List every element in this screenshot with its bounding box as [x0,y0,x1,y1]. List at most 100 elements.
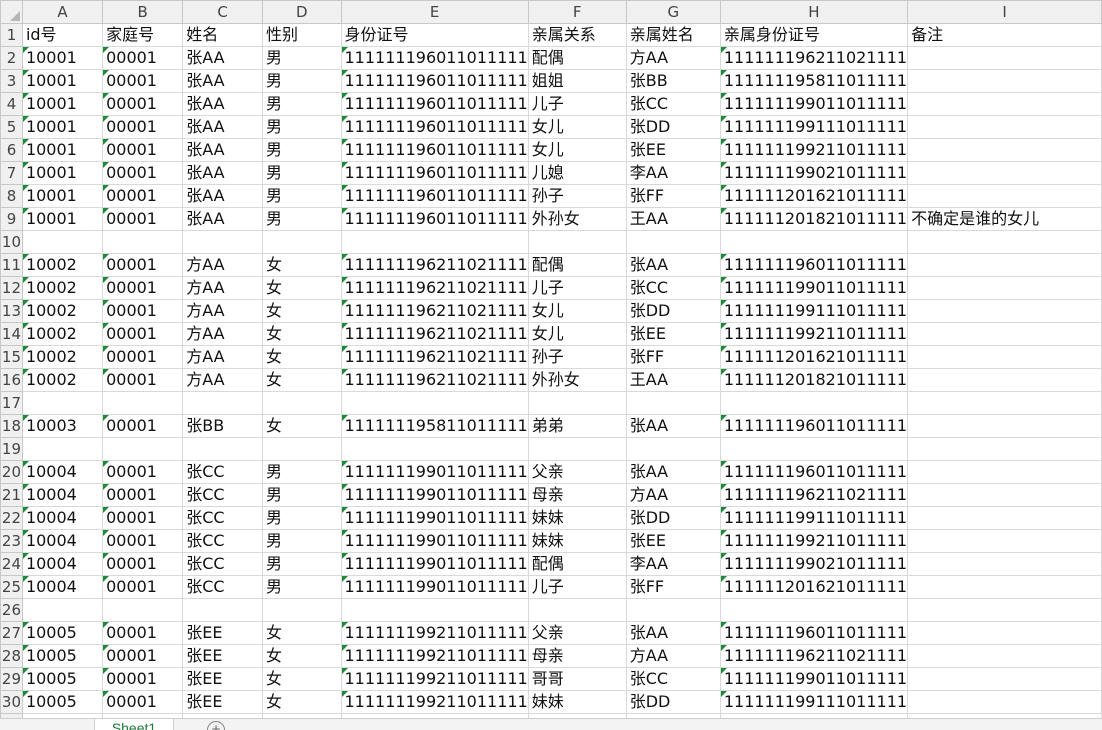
cell-a[interactable]: 10002 [21,368,104,392]
cell-f[interactable] [527,391,627,415]
cell-c[interactable]: 姓名 [182,23,263,47]
cell-b[interactable]: 00001 [102,506,184,530]
cell-i[interactable] [907,368,1102,392]
cell-i[interactable] [907,230,1102,254]
cell-i[interactable] [907,552,1102,576]
cell-i[interactable] [907,391,1102,415]
cell-b[interactable]: 00001 [102,46,184,70]
cell-d[interactable]: 男 [261,138,342,162]
cell-d[interactable]: 男 [261,529,342,553]
cell-c[interactable]: 方AA [182,345,263,369]
cell-a[interactable] [21,598,104,622]
cell-i[interactable] [907,299,1102,323]
cell-d[interactable]: 男 [261,69,342,93]
row-header[interactable]: 25 [0,575,23,599]
cell-d[interactable]: 性别 [261,23,342,47]
cell-i[interactable] [907,667,1102,691]
cell-d[interactable] [261,230,342,254]
cell-h[interactable]: 111111199111011111 [719,506,909,530]
row-header[interactable]: 9 [0,207,23,231]
cell-i[interactable] [907,690,1102,714]
row-header[interactable]: 19 [0,437,23,461]
row-header[interactable]: 24 [0,552,23,576]
cell-e[interactable]: 111111199011011111 [340,575,529,599]
cell-g[interactable]: 张FF [625,184,721,208]
cell-a[interactable]: 10002 [21,253,104,277]
cell-d[interactable]: 女 [261,253,342,277]
cell-c[interactable]: 方AA [182,253,263,277]
cell-d[interactable]: 女 [261,644,342,668]
cell-c[interactable]: 张EE [182,644,263,668]
cell-e[interactable]: 111111199011011111 [340,483,529,507]
cell-f[interactable]: 父亲 [527,460,627,484]
cell-c[interactable] [182,230,263,254]
row-header[interactable]: 7 [0,161,23,185]
cell-b[interactable]: 00001 [102,253,184,277]
row-header[interactable]: 23 [0,529,23,553]
cell-f[interactable]: 女儿 [527,115,627,139]
cell-e[interactable]: 111111195811011111 [340,414,529,438]
cell-a[interactable]: 10003 [21,414,104,438]
row-header[interactable]: 30 [0,690,23,714]
cell-c[interactable]: 方AA [182,368,263,392]
cell-b[interactable]: 00001 [102,529,184,553]
cell-b[interactable]: 00001 [102,207,184,231]
cell-c[interactable] [182,598,263,622]
cell-g[interactable]: 张EE [625,529,721,553]
cell-c[interactable]: 张EE [182,690,263,714]
cell-h[interactable]: 111111201821011111 [719,207,909,231]
cell-g[interactable]: 张AA [625,414,721,438]
cell-g[interactable]: 张AA [625,460,721,484]
cell-b[interactable] [102,437,184,461]
cell-h[interactable]: 111111199211011111 [719,138,909,162]
cell-i[interactable] [907,345,1102,369]
cell-e[interactable]: 111111196211021111 [340,345,529,369]
cell-a[interactable] [21,391,104,415]
cell-c[interactable] [182,391,263,415]
cell-f[interactable]: 亲属关系 [527,23,627,47]
select-all-corner[interactable] [0,0,23,24]
cell-h[interactable]: 111111196011011111 [719,621,909,645]
cell-g[interactable]: 李AA [625,161,721,185]
cell-i[interactable] [907,529,1102,553]
cell-d[interactable] [261,391,342,415]
cell-f[interactable]: 孙子 [527,184,627,208]
cell-c[interactable]: 张AA [182,92,263,116]
cell-e[interactable]: 111111199211011111 [340,644,529,668]
cell-i[interactable] [907,483,1102,507]
cell-g[interactable]: 张DD [625,690,721,714]
cell-e[interactable]: 111111196011011111 [340,92,529,116]
cell-c[interactable]: 张CC [182,506,263,530]
cell-c[interactable]: 张EE [182,667,263,691]
cell-g[interactable]: 张FF [625,575,721,599]
cell-d[interactable]: 女 [261,368,342,392]
cell-d[interactable]: 男 [261,460,342,484]
cell-e[interactable]: 111111196011011111 [340,161,529,185]
row-header[interactable]: 2 [0,46,23,70]
cell-h[interactable]: 111111196011011111 [719,253,909,277]
row-header[interactable]: 26 [0,598,23,622]
cell-b[interactable]: 00001 [102,345,184,369]
cell-i[interactable] [907,437,1102,461]
cell-g[interactable]: 张AA [625,621,721,645]
cell-a[interactable]: 10005 [21,621,104,645]
cell-b[interactable]: 00001 [102,460,184,484]
cell-f[interactable]: 女儿 [527,299,627,323]
cell-d[interactable]: 男 [261,575,342,599]
cell-g[interactable]: 张BB [625,69,721,93]
cell-i[interactable]: 不确定是谁的女儿 [907,207,1102,231]
cell-g[interactable]: 张DD [625,299,721,323]
cell-h[interactable]: 111111196211021111 [719,46,909,70]
cell-a[interactable]: 10005 [21,667,104,691]
cell-f[interactable]: 配偶 [527,552,627,576]
cell-h[interactable] [719,391,909,415]
row-header[interactable]: 15 [0,345,23,369]
row-header[interactable]: 27 [0,621,23,645]
cell-a[interactable]: 10001 [21,207,104,231]
cell-g[interactable] [625,391,721,415]
cell-g[interactable] [625,230,721,254]
cell-c[interactable]: 张CC [182,483,263,507]
cell-g[interactable]: 王AA [625,207,721,231]
cell-b[interactable]: 家庭号 [102,23,184,47]
cell-g[interactable]: 张CC [625,92,721,116]
